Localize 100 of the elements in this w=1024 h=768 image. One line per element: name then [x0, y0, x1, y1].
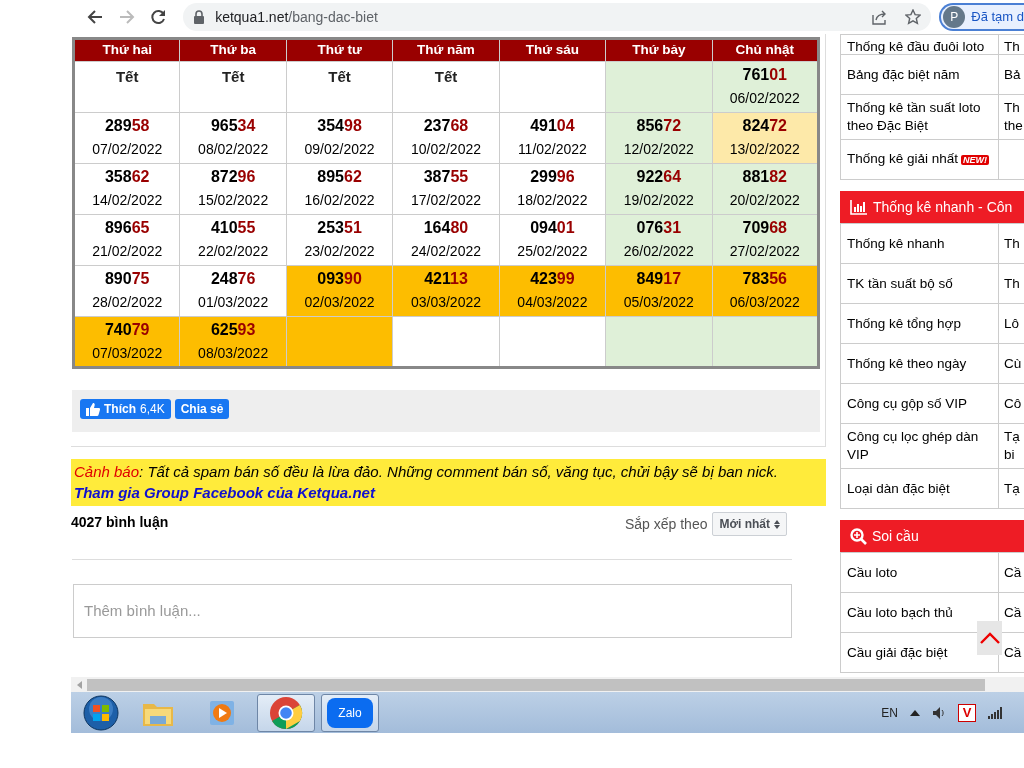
- result-number: 70968: [742, 218, 787, 238]
- result-number: 87296: [210, 167, 256, 187]
- holiday-label: Tết: [221, 67, 245, 87]
- result-date: 15/02/2022: [198, 191, 269, 209]
- result-date: 12/02/2022: [623, 140, 694, 158]
- weekday-header: Thứ năm: [392, 38, 500, 62]
- scrollbar-thumb[interactable]: [87, 678, 985, 691]
- scroll-left-arrow-icon: [76, 680, 82, 689]
- network-signal-icon[interactable]: [988, 706, 1004, 719]
- result-number: 74079: [104, 320, 150, 340]
- result-number: 89562: [317, 167, 362, 187]
- weekday-header: Thứ tư: [286, 38, 393, 62]
- result-date: 11/02/2022: [517, 140, 587, 158]
- result-date: 09/02/2022: [304, 140, 375, 158]
- result-number: 41055: [210, 218, 256, 238]
- section-header: Soi cầu: [840, 520, 1024, 552]
- chevron-up-icon: [979, 632, 1000, 644]
- result-number: 88182: [742, 167, 787, 187]
- result-date: 18/02/2022: [517, 191, 588, 209]
- result-number: 76101: [742, 65, 787, 85]
- result-number: 49104: [530, 116, 575, 136]
- result-date: 07/02/2022: [92, 140, 163, 158]
- result-number: 28958: [104, 116, 150, 136]
- result-date: 22/02/2022: [198, 242, 269, 260]
- new-badge: NEW!: [961, 154, 990, 165]
- weekday-header: Thứ hai: [73, 38, 180, 62]
- windows-logo-icon: [83, 694, 119, 731]
- result-date: 26/02/2022: [623, 242, 694, 260]
- result-number: 96534: [210, 116, 256, 136]
- result-number: 38755: [423, 167, 469, 187]
- weekday-header: Thứ bảy: [605, 38, 713, 62]
- result-date: 05/03/2022: [623, 293, 694, 311]
- result-number: 09401: [530, 218, 575, 238]
- back-arrow-icon: [86, 9, 103, 25]
- group-link[interactable]: Tham gia Group Facebook của Ketqua.net: [74, 484, 375, 501]
- back-to-top-button[interactable]: [977, 621, 1002, 655]
- result-date: 08/02/2022: [198, 140, 269, 158]
- result-date: 27/02/2022: [729, 242, 800, 260]
- comment-count: 4027 bình luận: [71, 513, 169, 532]
- result-number: 42113: [424, 269, 468, 289]
- profile-avatar: P: [943, 6, 966, 28]
- lock-icon: [193, 10, 206, 24]
- weekday-header: Thứ ba: [179, 38, 287, 62]
- zalo-app-button[interactable]: Zalo: [321, 693, 379, 732]
- profile-button[interactable]: P Đã tạm d: [939, 3, 1024, 31]
- tray-app-icon[interactable]: V: [958, 703, 976, 722]
- sort-caret-icon: [774, 519, 780, 529]
- weekday-header: Chủ nhật: [712, 38, 819, 62]
- bar-chart-icon: [850, 199, 868, 215]
- result-date: 03/03/2022: [410, 293, 481, 311]
- result-number: 62593: [210, 320, 256, 340]
- language-indicator[interactable]: EN: [881, 703, 898, 722]
- holiday-label: Tết: [115, 67, 139, 87]
- holiday-label: Tết: [328, 67, 351, 87]
- warning-text: Cảnh báo: Tất cả spam bán số đều là lừa đảo. Những comment bán số, văng tục, chửi bậy sẽ bị ban nick.: [74, 462, 779, 482]
- bookmark-star-icon[interactable]: [905, 9, 922, 25]
- result-date: 10/02/2022: [410, 140, 481, 158]
- result-date: 07/03/2022: [92, 344, 163, 362]
- result-number: 85672: [636, 116, 682, 136]
- result-date: 16/02/2022: [304, 191, 375, 209]
- sort-dropdown[interactable]: Mới nhất: [712, 512, 787, 536]
- section-header: Thống kê nhanh - Côn: [840, 191, 1024, 223]
- result-number: 84917: [636, 269, 682, 289]
- profile-label: Đã tạm d: [971, 8, 1024, 27]
- forward-arrow-icon: [118, 9, 135, 25]
- share-button[interactable]: Chia sẻ: [174, 399, 230, 419]
- like-button[interactable]: Thích 6,4K: [80, 399, 171, 419]
- weekday-header: Thứ sáu: [499, 38, 606, 62]
- result-number: 24876: [210, 269, 256, 289]
- result-date: 08/03/2022: [198, 344, 269, 362]
- reload-icon: [150, 9, 167, 25]
- result-date: 21/02/2022: [92, 242, 163, 260]
- result-number: 35498: [317, 116, 362, 136]
- result-number: 25351: [317, 218, 362, 238]
- result-number: 89075: [104, 269, 150, 289]
- thumbs-up-icon: [86, 402, 100, 416]
- result-date: 28/02/2022: [92, 293, 163, 311]
- zoom-in-icon: [850, 527, 867, 545]
- address-bar[interactable]: ketqua1.net/bang-dac-biet: [183, 3, 932, 31]
- result-number: 23768: [423, 116, 469, 136]
- result-date: 19/02/2022: [623, 191, 694, 209]
- result-date: 14/02/2022: [92, 191, 163, 209]
- comment-field[interactable]: Thêm bình luận...: [73, 584, 792, 638]
- result-number: 82472: [742, 116, 787, 136]
- result-number: 07631: [636, 218, 682, 238]
- result-number: 92264: [636, 167, 682, 187]
- tray-expand-icon[interactable]: [910, 709, 920, 716]
- speaker-icon[interactable]: [932, 705, 946, 720]
- taskbar-app[interactable]: [257, 693, 315, 732]
- menu-link[interactable]: Cầu loto: [847, 563, 898, 582]
- result-date: 02/03/2022: [304, 293, 375, 311]
- url-text: ketqua1.net/bang-dac-biet: [215, 7, 378, 27]
- result-number: 35862: [104, 167, 150, 187]
- result-number: 42399: [530, 269, 575, 289]
- holiday-label: Tết: [434, 67, 458, 87]
- browser-icon: [269, 695, 303, 730]
- result-number: 16480: [423, 218, 469, 238]
- menu-link[interactable]: Thống kê giải nhất: [847, 151, 959, 167]
- result-date: 23/02/2022: [304, 242, 375, 260]
- result-date: 20/02/2022: [729, 191, 800, 209]
